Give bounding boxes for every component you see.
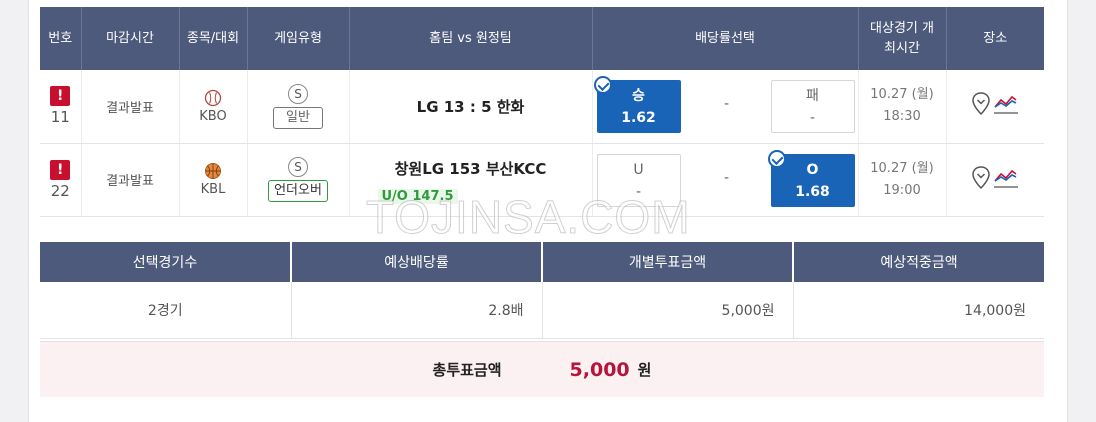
- match-date: 10.27 (월): [870, 160, 934, 176]
- number-cell: ! 22: [40, 143, 82, 217]
- type-badge: 일반: [273, 106, 323, 129]
- game-table-header: 번호 마감시간 종목/대회 게임유형 홈팀 vs 원정팀 배당률선택 대상경기 …: [40, 7, 1044, 70]
- game-number: 22: [50, 181, 70, 200]
- total-bar: 총투표금액 5,000 원: [40, 341, 1044, 397]
- league-name: KBO: [199, 108, 227, 124]
- odds-cell: U - - O 1.68: [592, 143, 859, 217]
- summary-table: 선택경기수 예상배당률 개별투표금액 예상적중금액 2경기 2.8배 5,000…: [40, 242, 1044, 339]
- status-cell: 결과발표: [81, 143, 180, 217]
- right-gutter: [1079, 0, 1096, 422]
- type-cell: S 일반: [247, 70, 350, 144]
- game-table: 번호 마감시간 종목/대회 게임유형 홈팀 vs 원정팀 배당률선택 대상경기 …: [40, 7, 1044, 217]
- stats-chart-icon[interactable]: [993, 165, 1019, 191]
- type-cell: S 언더오버: [247, 143, 350, 217]
- game-number: 11: [50, 108, 70, 127]
- table-row: ! 11 결과발표 KBO S 일반 LG 13 : 5 한화 승 1.62 -…: [40, 70, 1044, 144]
- table-row: ! 22 결과발표 KBL S 언더오버 창원LG 153 부산KCC U/O …: [40, 143, 1044, 217]
- match-time: 19:00: [883, 182, 921, 198]
- under-over-line: U/O 147.5: [377, 188, 458, 204]
- odd-label: U: [633, 161, 644, 178]
- odd-label: 패: [806, 88, 819, 104]
- odd-home-win-button[interactable]: 승 1.62: [593, 76, 681, 133]
- location-pin-icon[interactable]: [971, 91, 991, 117]
- total-amount: 5,000: [569, 358, 630, 381]
- header-match-time: 대상경기 개최시간: [858, 7, 947, 70]
- header-bet-amount: 개별투표금액: [542, 242, 794, 282]
- check-icon: [767, 149, 786, 168]
- header-selected-count: 선택경기수: [40, 242, 292, 282]
- odd-value: 1.62: [621, 110, 656, 126]
- summary-row: 2경기 2.8배 5,000원 14,000원: [40, 282, 1044, 339]
- match-date: 10.27 (월): [870, 87, 934, 103]
- match-teams: 창원LG 153 부산KCC: [394, 160, 547, 178]
- status-cell: 결과발표: [81, 70, 180, 144]
- header-number: 번호: [40, 7, 82, 70]
- venue-cell: [946, 70, 1044, 144]
- odd-value: -: [809, 110, 816, 126]
- expected-odds: 2.8배: [291, 282, 543, 339]
- warning-icon: !: [50, 86, 71, 107]
- total-label: 총투표금액: [432, 361, 502, 379]
- total-unit: 원: [637, 361, 652, 379]
- header-sport: 종목/대회: [179, 7, 248, 70]
- match-cell: 창원LG 153 부산KCC U/O 147.5: [349, 143, 593, 217]
- sport-cell: KBL: [179, 143, 248, 217]
- selected-count: 2경기: [40, 282, 292, 339]
- match-cell: LG 13 : 5 한화: [349, 70, 593, 144]
- expected-win: 14,000원: [793, 282, 1044, 339]
- odd-over-button[interactable]: O 1.68: [767, 149, 855, 207]
- header-venue: 장소: [946, 7, 1044, 70]
- stats-chart-icon[interactable]: [993, 91, 1019, 117]
- league-name: KBL: [200, 182, 226, 197]
- header-expected-odds: 예상배당률: [291, 242, 543, 282]
- warning-icon: !: [50, 159, 71, 180]
- odd-away-win-button[interactable]: 패 -: [770, 80, 855, 133]
- number-cell: ! 11: [40, 70, 82, 144]
- match-teams: LG 13 : 5 한화: [416, 97, 525, 116]
- header-deadline: 마감시간: [81, 7, 180, 70]
- datetime-cell: 10.27 (월) 18:30: [858, 70, 947, 144]
- summary-header: 선택경기수 예상배당률 개별투표금액 예상적중금액: [40, 242, 1044, 282]
- odd-value: -: [635, 183, 642, 200]
- header-game-type: 게임유형: [247, 7, 350, 70]
- header-expected-win: 예상적중금액: [793, 242, 1044, 282]
- header-odds: 배당률선택: [592, 7, 859, 70]
- baseball-icon: [204, 89, 222, 106]
- odd-draw: -: [723, 96, 730, 112]
- header-teams: 홈팀 vs 원정팀: [349, 7, 593, 70]
- type-badge: 언더오버: [268, 180, 328, 202]
- bet-amount: 5,000원: [542, 282, 794, 339]
- datetime-cell: 10.27 (월) 19:00: [858, 143, 947, 217]
- sport-cell: KBO: [179, 70, 248, 144]
- match-time: 18:30: [883, 109, 921, 125]
- header-match-time-label: 대상경기 개최시간: [870, 20, 934, 56]
- location-pin-icon[interactable]: [971, 165, 991, 191]
- odds-cell: 승 1.62 - 패 -: [592, 70, 859, 144]
- odd-under-button[interactable]: U -: [596, 153, 681, 207]
- check-icon: [593, 76, 612, 94]
- odd-draw: -: [723, 169, 730, 186]
- odd-value: 1.68: [795, 183, 830, 200]
- type-symbol: S: [288, 83, 308, 104]
- type-symbol: S: [288, 157, 308, 177]
- basketball-icon: [205, 163, 221, 179]
- venue-cell: [946, 143, 1044, 217]
